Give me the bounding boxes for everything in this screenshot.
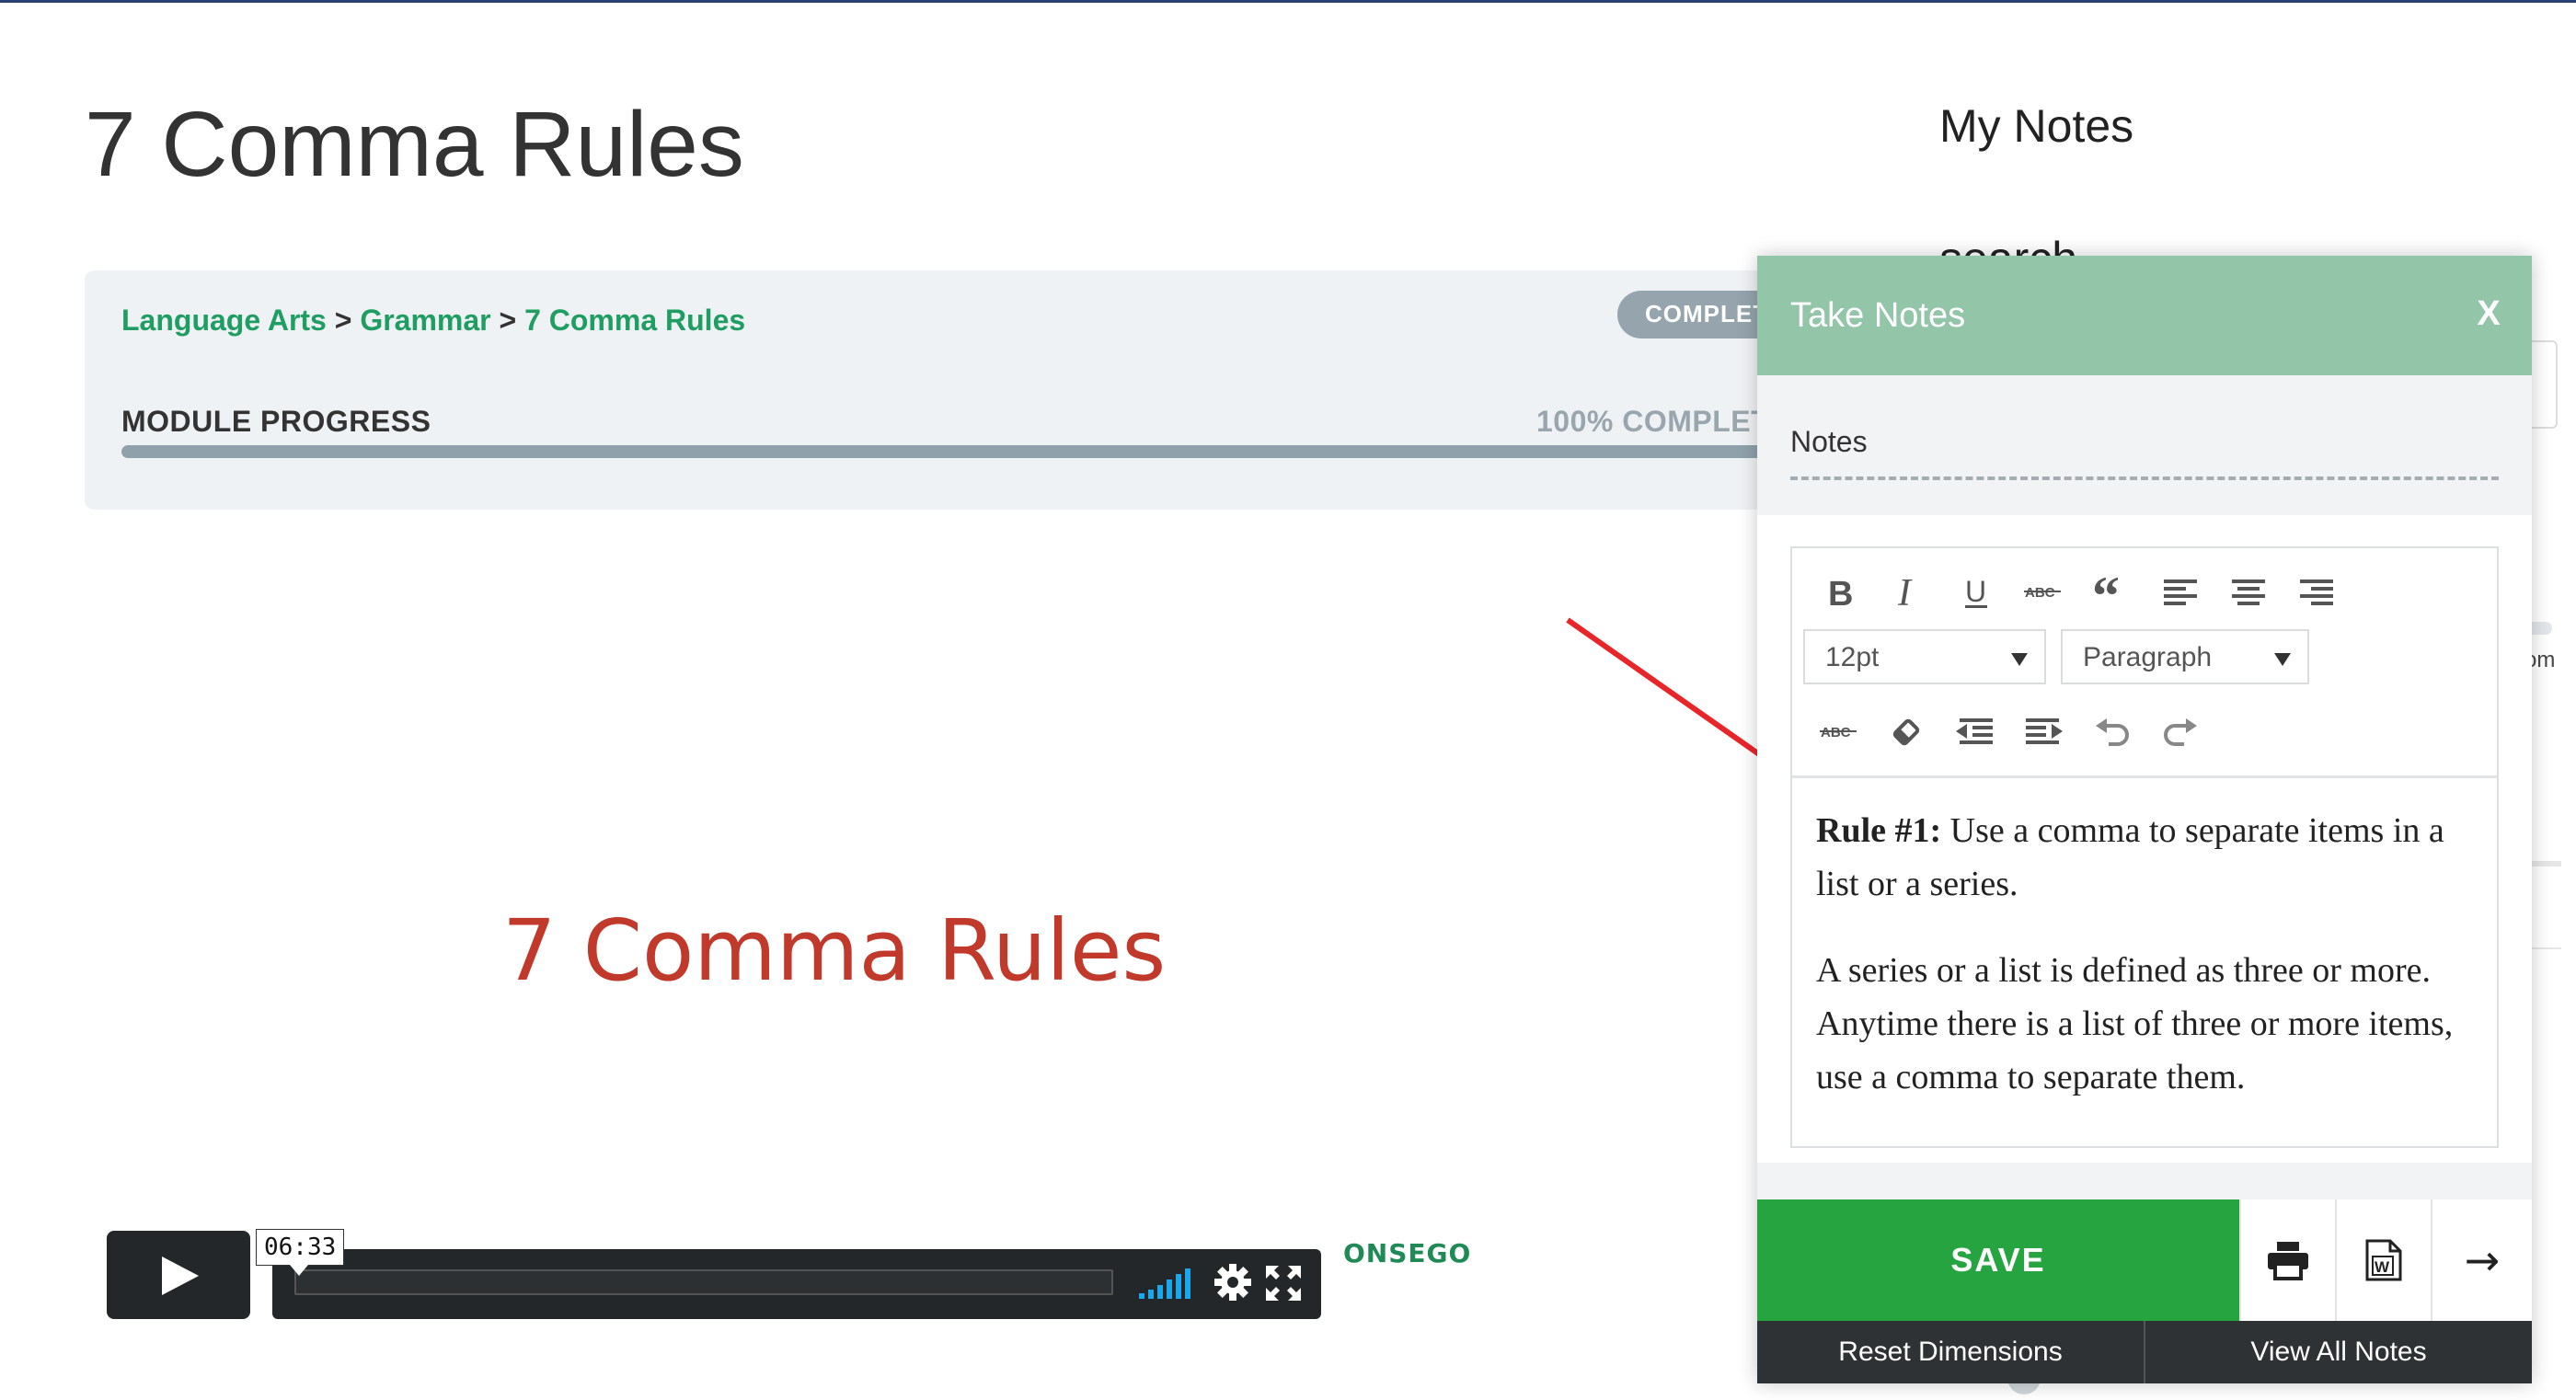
breadcrumb-7-comma-rules[interactable]: 7 Comma Rules [524, 304, 745, 337]
bold-icon: B [1828, 576, 1853, 609]
take-notes-panel: Take Notes X Notes B I U ABC “ [1757, 256, 2532, 1383]
notes-footer-bar: Reset Dimensions View All Notes [1757, 1321, 2532, 1383]
block-format-value: Paragraph [2083, 642, 2213, 672]
top-border-line [0, 0, 2576, 3]
editor-toolbar: B I U ABC “ 12pt [1792, 548, 2497, 778]
redo-button[interactable] [2153, 705, 2208, 760]
indent-icon [2026, 718, 2063, 744]
editor-content[interactable]: Rule #1: Use a comma to separate items i… [1816, 804, 2478, 1137]
next-arrow-button[interactable]: → [2431, 1199, 2532, 1321]
indent-button[interactable] [2017, 705, 2072, 760]
svg-text:B: B [1828, 576, 1853, 609]
notes-title-underline [1790, 476, 2499, 480]
underline-button[interactable]: U [1949, 565, 2004, 620]
svg-text:ABC: ABC [2025, 585, 2055, 601]
print-icon [2268, 1242, 2308, 1280]
breadcrumb-language-arts[interactable]: Language Arts [121, 304, 327, 337]
module-progress-bar [121, 445, 1851, 458]
font-size-value: 12pt [1825, 642, 1880, 672]
my-notes-heading: My Notes [1939, 100, 2134, 152]
align-right-button[interactable] [2289, 565, 2344, 620]
volume-icon[interactable] [1137, 1268, 1196, 1301]
strikethrough-button[interactable]: ABC [2015, 565, 2070, 620]
page-title: 7 Comma Rules [85, 93, 744, 196]
module-progress-fill [121, 445, 1851, 458]
notes-panel-header[interactable]: Take Notes X [1757, 256, 2532, 375]
undo-button[interactable] [2085, 705, 2140, 760]
export-word-button[interactable]: W [2335, 1199, 2431, 1321]
chevron-down-icon [2011, 653, 2028, 666]
eraser-button[interactable] [1879, 705, 1934, 760]
blockquote-button[interactable]: “ [2083, 565, 2138, 620]
outdent-button[interactable] [1947, 705, 2002, 760]
undo-icon [2096, 718, 2129, 746]
breadcrumb-separator: > [499, 304, 517, 337]
underline-icon: U [1965, 576, 1987, 608]
breadcrumb: Language Arts > Grammar > 7 Comma Rules [121, 304, 745, 338]
align-left-icon [2164, 580, 2197, 605]
breadcrumb-separator: > [334, 304, 352, 337]
blockquote-icon: “ [2092, 578, 2120, 607]
close-button[interactable]: X [2466, 291, 2512, 337]
onsego-logo: ONSEGO [1343, 1238, 1472, 1268]
note-paragraph-2: A series or a list is defined as three o… [1816, 951, 2454, 1096]
svg-text:W: W [2375, 1258, 2390, 1276]
reset-dimensions-button[interactable]: Reset Dimensions [1757, 1321, 2144, 1383]
align-right-icon [2300, 580, 2333, 605]
svg-text:ABC: ABC [1821, 725, 1851, 740]
fullscreen-icon[interactable] [1266, 1266, 1301, 1301]
align-center-button[interactable] [2221, 565, 2276, 620]
chevron-down-icon [2274, 653, 2291, 666]
breadcrumb-grammar[interactable]: Grammar [360, 304, 490, 337]
play-button[interactable] [107, 1231, 250, 1319]
note-paragraph-1: Rule #1: Use a comma to separate items i… [1816, 804, 2478, 911]
svg-text:U: U [1965, 576, 1986, 608]
rule-label: Rule #1: [1816, 811, 1942, 850]
arrow-right-icon: → [2464, 1235, 2501, 1285]
svg-text:“: “ [2092, 578, 2120, 607]
video-time-tooltip: 06:33 [256, 1229, 345, 1276]
module-progress-label: MODULE PROGRESS [121, 405, 431, 438]
remove-format-button[interactable]: ABC [1811, 705, 1866, 760]
video-timeline[interactable] [294, 1269, 1113, 1295]
print-button[interactable] [2239, 1199, 2335, 1321]
eraser-icon [1892, 718, 1920, 746]
video-controls-bar [272, 1249, 1321, 1319]
save-button[interactable]: SAVE [1757, 1199, 2239, 1321]
settings-icon[interactable] [1213, 1262, 1253, 1302]
module-header-box: Language Arts > Grammar > 7 Comma Rules … [85, 270, 1857, 510]
italic-button[interactable]: I [1880, 565, 1936, 620]
rich-text-editor: B I U ABC “ 12pt [1790, 546, 2499, 1148]
play-icon [162, 1257, 199, 1295]
word-document-icon: W [2365, 1239, 2402, 1281]
remove-format-icon: ABC [1820, 725, 1857, 740]
italic-icon: I [1897, 576, 1913, 609]
notes-panel-title: Take Notes [1790, 296, 1966, 335]
font-size-select[interactable]: 12pt [1803, 629, 2046, 684]
outdent-icon [1956, 718, 1993, 744]
align-left-button[interactable] [2153, 565, 2208, 620]
svg-text:I: I [1897, 576, 1913, 609]
strikethrough-icon: ABC [2024, 585, 2061, 601]
progress-percent-text: 100% COMPLETE [1536, 405, 1790, 438]
align-center-icon [2232, 580, 2265, 605]
redo-icon [2164, 718, 2197, 746]
bold-button[interactable]: B [1812, 565, 1868, 620]
notes-title-field[interactable]: Notes [1790, 425, 1868, 459]
block-format-select[interactable]: Paragraph [2061, 629, 2309, 684]
view-all-notes-button[interactable]: View All Notes [2145, 1321, 2532, 1383]
video-title-slide: 7 Comma Rules [502, 901, 1167, 1000]
